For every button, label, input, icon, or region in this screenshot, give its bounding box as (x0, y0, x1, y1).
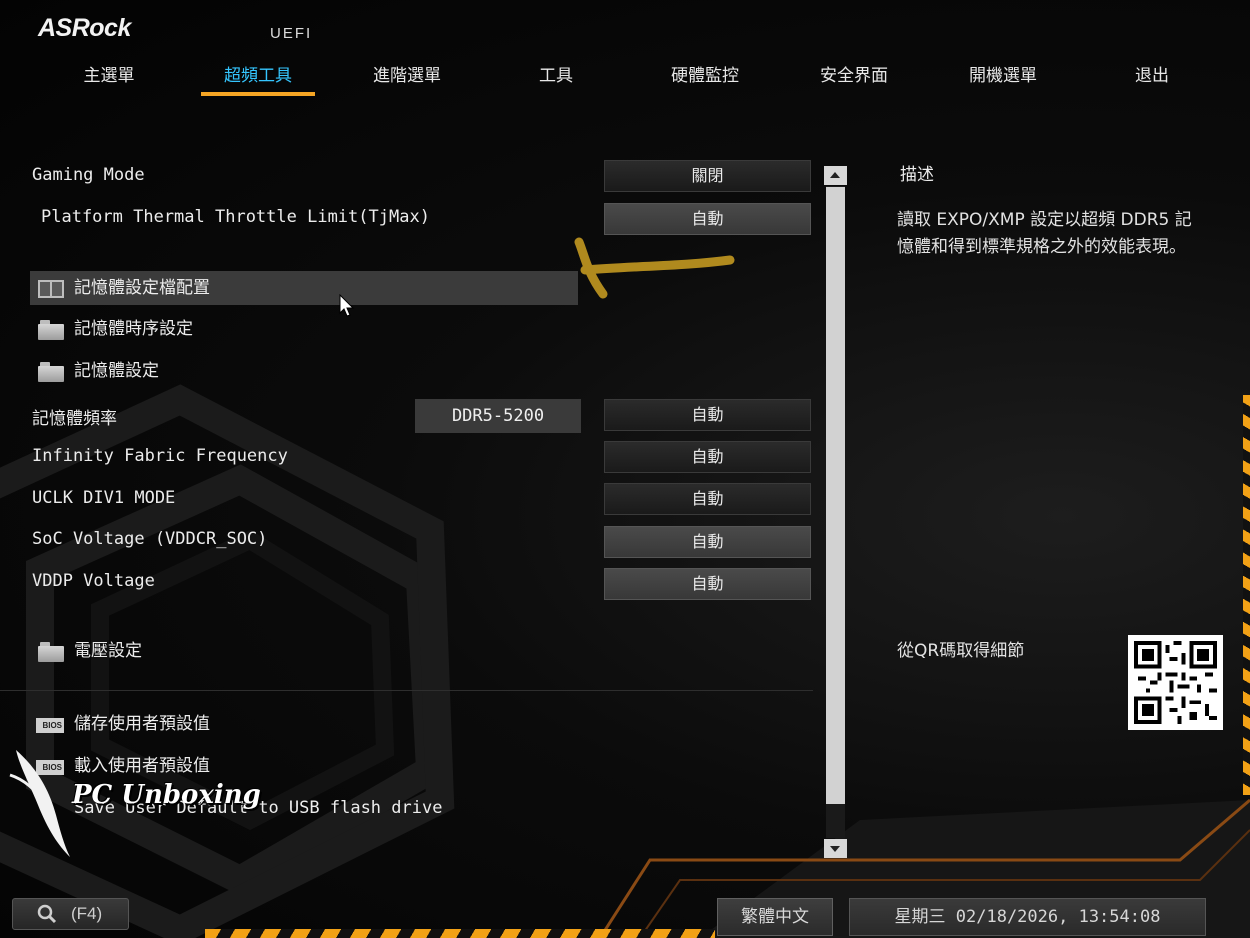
watermark-text: PC Unboxing (72, 780, 261, 810)
uclk-mode-label: UCLK DIV1 MODE (32, 488, 176, 508)
gaming-mode-value[interactable]: 關閉 (604, 160, 811, 192)
memory-timing-label: 記憶體時序設定 (74, 319, 193, 339)
scroll-down-button[interactable] (824, 839, 847, 858)
section-divider (0, 690, 813, 691)
soc-voltage-value[interactable]: 自動 (604, 526, 811, 558)
memory-frequency-label: 記憶體頻率 (32, 409, 117, 429)
hazard-stripe-bottom (205, 929, 715, 938)
hazard-stripe-right (1243, 395, 1250, 795)
folder-icon (38, 362, 64, 382)
tab-oc-tweaker[interactable]: 超頻工具 (184, 62, 332, 96)
uefi-label: UEFI (270, 25, 313, 42)
datetime-display: 星期三 02/18/2026, 13:54:08 (849, 898, 1206, 936)
scrollbar[interactable] (824, 166, 847, 858)
gaming-mode-label: Gaming Mode (32, 165, 145, 185)
tab-security[interactable]: 安全界面 (780, 62, 928, 96)
tab-advanced[interactable]: 進階選單 (333, 62, 481, 96)
qr-code (1128, 635, 1223, 730)
arrow-up-icon (830, 172, 840, 178)
scroll-up-button[interactable] (824, 166, 847, 185)
search-shortcut-label: (F4) (71, 904, 103, 923)
uclk-mode-value[interactable]: 自動 (604, 483, 811, 515)
tab-hw-monitor[interactable]: 硬體監控 (631, 62, 779, 96)
mouse-cursor-icon (339, 294, 355, 317)
scroll-thumb[interactable] (826, 187, 845, 804)
vddp-voltage-label: VDDP Voltage (32, 571, 155, 591)
infinity-fabric-value[interactable]: 自動 (604, 441, 811, 473)
tab-boot[interactable]: 開機選單 (929, 62, 1077, 96)
memory-profile-item[interactable]: 記憶體設定檔配置 (30, 271, 578, 305)
folder-icon (38, 642, 64, 662)
memory-profile-label: 記憶體設定檔配置 (74, 278, 210, 298)
description-text: 讀取 EXPO/XMP 設定以超頻 DDR5 記憶體和得到標準規格之外的效能表現… (897, 210, 1192, 257)
qr-label: 從QR碼取得細節 (897, 641, 1025, 661)
tab-exit[interactable]: 退出 (1078, 62, 1226, 96)
language-button[interactable]: 繁體中文 (717, 898, 833, 936)
folder-icon (38, 320, 64, 340)
infinity-fabric-label: Infinity Fabric Frequency (32, 446, 288, 466)
description-title: 描述 (900, 165, 934, 185)
main-nav: 主選單 超頻工具 進階選單 工具 硬體監控 安全界面 開機選單 退出 (35, 62, 1225, 102)
voltage-config-label: 電壓設定 (74, 641, 142, 661)
asrock-logo: ASRock (38, 14, 131, 42)
memory-config-label: 記憶體設定 (74, 361, 159, 381)
book-icon (38, 280, 64, 298)
memory-frequency-current: DDR5-5200 (415, 399, 581, 433)
memory-frequency-value[interactable]: 自動 (604, 399, 811, 431)
tab-main[interactable]: 主選單 (35, 62, 183, 96)
vddp-voltage-value[interactable]: 自動 (604, 568, 811, 600)
annotation-arrow (574, 237, 735, 299)
thermal-limit-value[interactable]: 自動 (604, 203, 811, 235)
tab-tool[interactable]: 工具 (482, 62, 630, 96)
search-button[interactable]: (F4) (12, 898, 129, 930)
save-user-defaults-label: 儲存使用者預設值 (74, 714, 210, 734)
bios-icon: BIOS (36, 718, 64, 733)
arrow-down-icon (830, 846, 840, 852)
thermal-limit-label: Platform Thermal Throttle Limit(TjMax) (41, 207, 430, 227)
search-icon (37, 904, 57, 924)
soc-voltage-label: SoC Voltage (VDDCR_SOC) (32, 529, 268, 549)
